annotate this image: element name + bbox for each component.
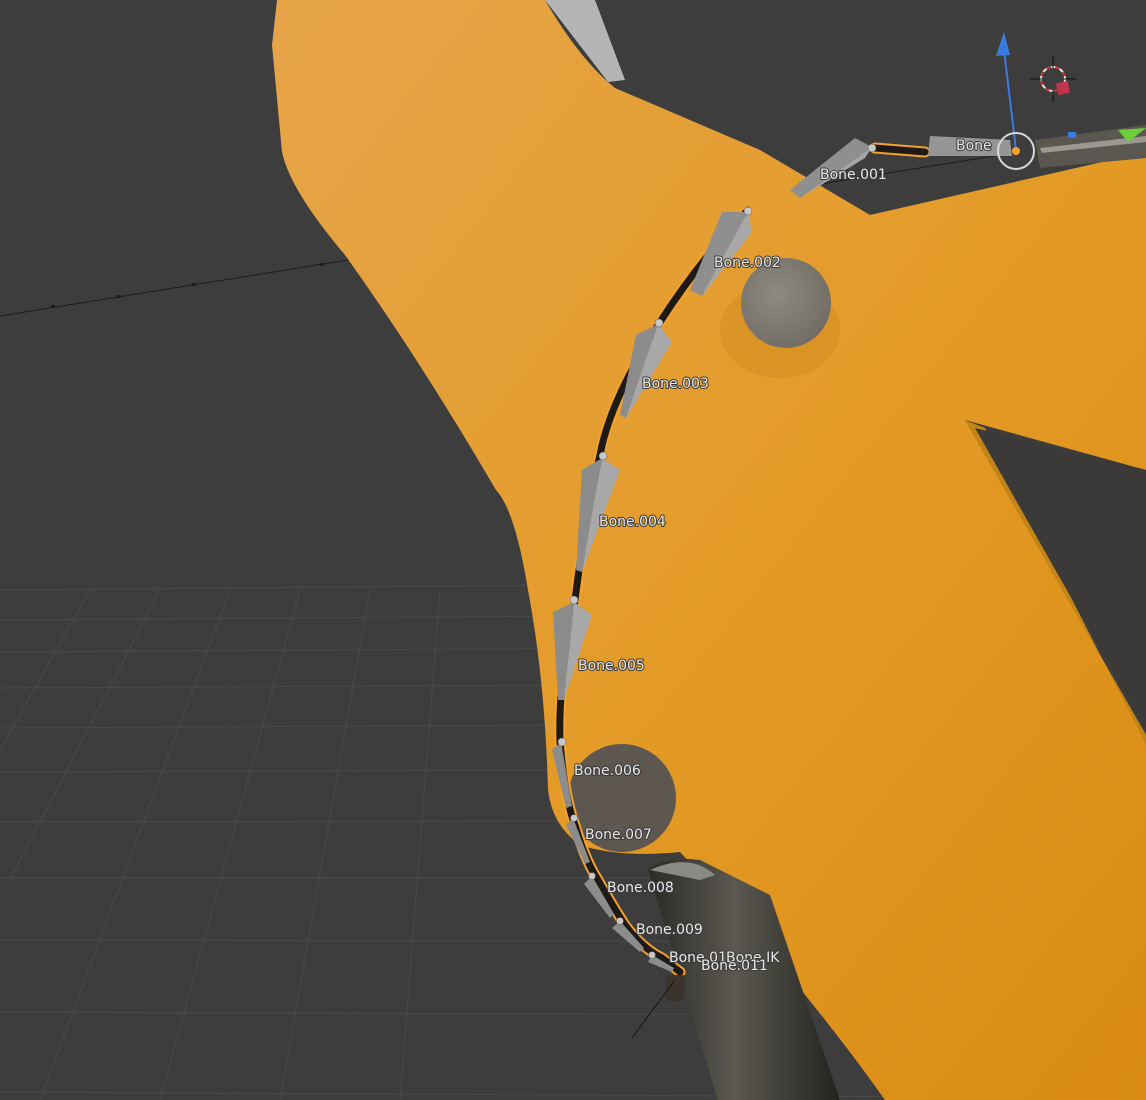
bone-label-2: Bone.002 [714, 255, 781, 271]
upper-hole [741, 258, 831, 348]
3d-viewport[interactable]: Bone Bone.001 Bone.002 Bone.003 Bone.004… [0, 0, 1146, 1100]
bone-label-7: Bone.007 [585, 827, 652, 843]
3d-cursor-icon[interactable] [1030, 56, 1076, 102]
bone-label-3: Bone.003 [642, 376, 709, 392]
bone-label-1: Bone.001 [820, 167, 887, 183]
bone-label-11: Bone.011 [701, 958, 768, 974]
viewport-scene[interactable]: Bone Bone.001 Bone.002 Bone.003 Bone.004… [0, 0, 1146, 1100]
ik-target[interactable] [631, 975, 684, 1039]
bone-label-5: Bone.005 [578, 658, 645, 674]
bone-label-6: Bone.006 [574, 763, 641, 779]
bone-label-4: Bone.004 [599, 514, 666, 530]
bone-label-0: Bone [956, 138, 992, 154]
bone-label-8: Bone.008 [607, 880, 674, 896]
bone-label-9: Bone.009 [636, 922, 703, 938]
